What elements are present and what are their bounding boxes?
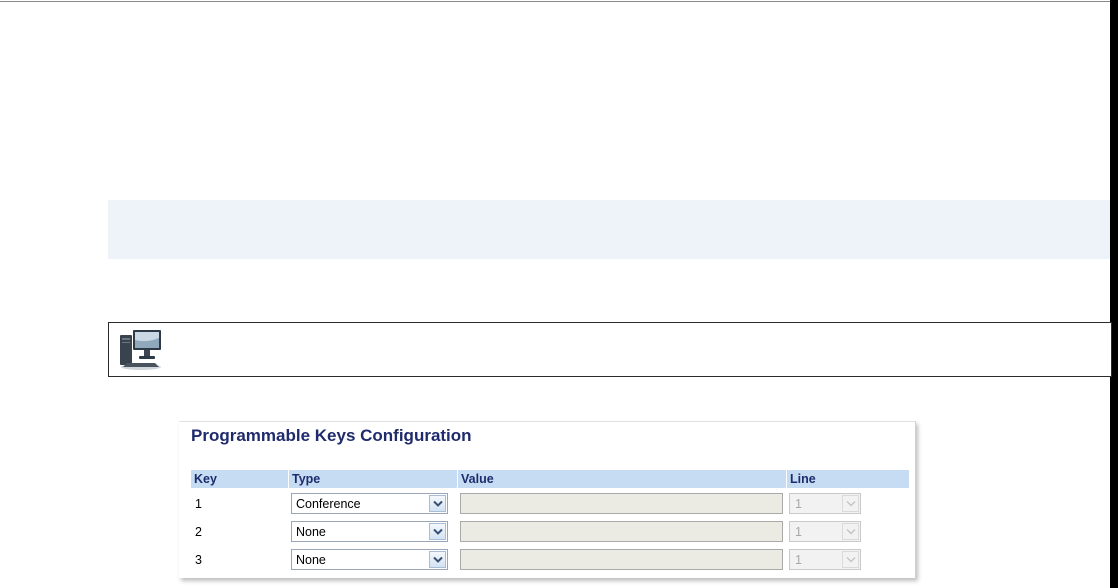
value-field[interactable] [460, 549, 783, 570]
key-number: 2 [195, 525, 202, 539]
line-selected-value: 1 [795, 553, 802, 567]
info-band [108, 200, 1110, 259]
type-selected-value: None [296, 525, 326, 539]
programmable-keys-panel: Programmable Keys Configuration Key Type… [179, 421, 916, 578]
column-header-value: Value [458, 470, 786, 488]
page-edge-bar [1110, 0, 1118, 588]
desktop-computer-icon [120, 330, 161, 370]
key-number: 1 [195, 497, 202, 511]
column-header-key: Key [191, 470, 288, 488]
type-select[interactable]: None [291, 521, 448, 542]
column-header-line: Line [787, 470, 909, 488]
line-select[interactable]: 1 [789, 493, 861, 514]
table-row: 3 None 1 [179, 549, 916, 573]
column-header-type: Type [289, 470, 457, 488]
value-field[interactable] [460, 493, 783, 514]
panel-title: Programmable Keys Configuration [191, 426, 472, 445]
chevron-down-icon [433, 500, 443, 507]
dropdown-button[interactable] [429, 523, 446, 540]
key-number: 3 [195, 553, 202, 567]
value-field[interactable] [460, 521, 783, 542]
chevron-down-icon [433, 556, 443, 563]
line-selected-value: 1 [795, 497, 802, 511]
line-selected-value: 1 [795, 525, 802, 539]
line-select[interactable]: 1 [789, 549, 861, 570]
chevron-down-icon [846, 500, 856, 507]
chevron-down-icon [846, 556, 856, 563]
dropdown-button[interactable] [842, 523, 859, 540]
web-ui-note-box [108, 322, 1112, 377]
type-selected-value: None [296, 553, 326, 567]
type-select[interactable]: None [291, 549, 448, 570]
chevron-down-icon [846, 528, 856, 535]
dropdown-button[interactable] [429, 551, 446, 568]
type-selected-value: Conference [296, 497, 361, 511]
dropdown-button[interactable] [429, 495, 446, 512]
chevron-down-icon [433, 528, 443, 535]
top-rule [0, 1, 1118, 2]
type-select[interactable]: Conference [291, 493, 448, 514]
table-row: 2 None 1 [179, 521, 916, 545]
table-row: 1 Conference 1 [179, 493, 916, 517]
line-select[interactable]: 1 [789, 521, 861, 542]
dropdown-button[interactable] [842, 551, 859, 568]
dropdown-button[interactable] [842, 495, 859, 512]
